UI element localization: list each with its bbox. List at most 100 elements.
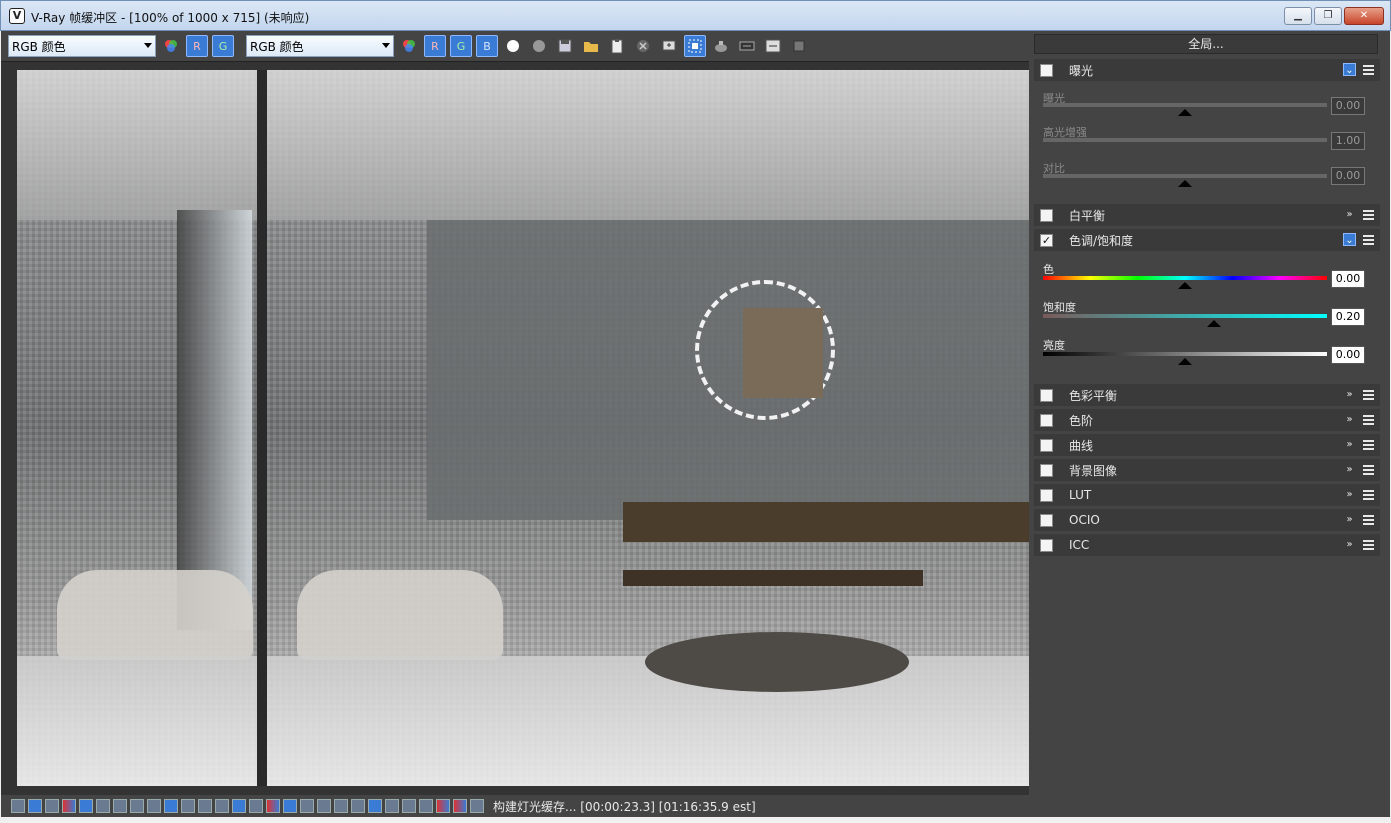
close-compare-icon[interactable]: [470, 799, 484, 813]
hue-value[interactable]: 0.00: [1331, 270, 1365, 288]
menu-icon[interactable]: [1363, 489, 1374, 500]
section-icc[interactable]: ICC »: [1034, 534, 1380, 556]
section-ocio[interactable]: OCIO »: [1034, 509, 1380, 531]
section-levels[interactable]: 色阶 »: [1034, 409, 1380, 431]
channel-select-a[interactable]: RGB 颜色: [8, 35, 156, 57]
close-button[interactable]: ✕: [1344, 7, 1384, 25]
exposure-slider[interactable]: [1043, 103, 1327, 107]
compare-icon[interactable]: [130, 799, 144, 813]
stats-icon[interactable]: [79, 799, 93, 813]
render-icon[interactable]: [198, 799, 212, 813]
hue-saturation-checkbox[interactable]: ✓: [1040, 233, 1053, 247]
history-icon[interactable]: [215, 799, 229, 813]
white-circle-icon[interactable]: [502, 35, 524, 57]
menu-icon[interactable]: [1363, 64, 1374, 75]
folder-open-icon[interactable]: [580, 35, 602, 57]
menu-icon[interactable]: [1363, 234, 1374, 245]
compare-divider[interactable]: [257, 70, 267, 786]
curve-icon[interactable]: [385, 799, 399, 813]
lens-effects-icon[interactable]: [266, 799, 280, 813]
log-icon[interactable]: [300, 799, 314, 813]
saturation-slider-thumb[interactable]: [1207, 320, 1221, 327]
restore-button[interactable]: ❐: [1314, 7, 1342, 25]
clipboard-icon[interactable]: [606, 35, 628, 57]
green-channel-button-b[interactable]: G: [450, 35, 472, 57]
region-render-icon[interactable]: [684, 35, 706, 57]
red-channel-button-b[interactable]: R: [424, 35, 446, 57]
section-hue-saturation[interactable]: ✓ 色调/饱和度 ⌄: [1034, 229, 1380, 251]
color-mode-icon[interactable]: [398, 35, 420, 57]
global-settings-button[interactable]: 全局...: [1034, 34, 1378, 54]
red-channel-button-a[interactable]: R: [186, 35, 208, 57]
info-icon[interactable]: [249, 799, 263, 813]
history-icon[interactable]: [11, 799, 25, 813]
swap-icon[interactable]: [453, 799, 467, 813]
expand-chevron-icon[interactable]: »: [1343, 513, 1356, 526]
section-curves[interactable]: 曲线 »: [1034, 434, 1380, 456]
stats-icon[interactable]: [283, 799, 297, 813]
log-icon[interactable]: [96, 799, 110, 813]
menu-icon[interactable]: [1363, 514, 1374, 525]
expand-chevron-icon[interactable]: »: [1343, 208, 1356, 221]
expand-chevron-icon[interactable]: »: [1343, 538, 1356, 551]
blue-channel-button-b[interactable]: B: [476, 35, 498, 57]
menu-icon[interactable]: [1363, 209, 1374, 220]
green-channel-button-a[interactable]: G: [212, 35, 234, 57]
section-white-balance[interactable]: 白平衡 »: [1034, 204, 1380, 226]
highlight-burn-slider[interactable]: [1043, 138, 1327, 142]
layers-icon[interactable]: [28, 799, 42, 813]
expand-chevron-icon[interactable]: »: [1343, 413, 1356, 426]
layers-icon[interactable]: [232, 799, 246, 813]
ocio-checkbox[interactable]: [1040, 513, 1053, 527]
hue-slider[interactable]: [1043, 276, 1327, 280]
duplicate-to-max-icon[interactable]: [658, 35, 680, 57]
split-v-icon[interactable]: [436, 799, 450, 813]
lightness-slider-thumb[interactable]: [1178, 358, 1192, 365]
contrast-slider-thumb[interactable]: [1178, 180, 1192, 187]
hue-slider-thumb[interactable]: [1178, 282, 1192, 289]
exposure-checkbox[interactable]: [1040, 63, 1053, 77]
histogram-icon[interactable]: [317, 799, 331, 813]
histogram-icon[interactable]: [113, 799, 127, 813]
expand-chevron-icon[interactable]: »: [1343, 488, 1356, 501]
region-icon[interactable]: [368, 799, 382, 813]
render-icon[interactable]: [402, 799, 416, 813]
settings-icon[interactable]: [147, 799, 161, 813]
contrast-slider[interactable]: [1043, 174, 1327, 178]
expand-chevron-icon[interactable]: »: [1343, 388, 1356, 401]
saturation-value[interactable]: 0.20: [1331, 308, 1365, 326]
exposure-value[interactable]: 0.00: [1331, 97, 1365, 115]
color-mode-icon[interactable]: [160, 35, 182, 57]
expand-chevron-icon[interactable]: »: [1343, 463, 1356, 476]
icc-checkbox[interactable]: [1040, 538, 1053, 552]
menu-icon[interactable]: [1363, 439, 1374, 450]
section-exposure[interactable]: 曝光 ⌄: [1034, 59, 1380, 81]
collapse-chevron-icon[interactable]: ⌄: [1343, 233, 1356, 246]
levels-checkbox[interactable]: [1040, 413, 1053, 427]
track-mouse-icon[interactable]: [736, 35, 758, 57]
exposure-slider-thumb[interactable]: [1178, 109, 1192, 116]
menu-icon[interactable]: [1363, 414, 1374, 425]
info-icon[interactable]: [45, 799, 59, 813]
highlight-burn-value[interactable]: 1.00: [1331, 132, 1365, 150]
zoom-50-icon[interactable]: [762, 35, 784, 57]
compare-icon[interactable]: [334, 799, 348, 813]
expand-chevron-icon[interactable]: »: [1343, 438, 1356, 451]
lightness-slider[interactable]: [1043, 352, 1327, 356]
background-image-checkbox[interactable]: [1040, 463, 1053, 477]
lens-effects-icon[interactable]: [62, 799, 76, 813]
white-balance-checkbox[interactable]: [1040, 208, 1053, 222]
section-color-balance[interactable]: 色彩平衡 »: [1034, 384, 1380, 406]
color-balance-checkbox[interactable]: [1040, 388, 1053, 402]
contrast-value[interactable]: 0.00: [1331, 167, 1365, 185]
lut-checkbox[interactable]: [1040, 488, 1053, 502]
render-teapot-icon[interactable]: [710, 35, 732, 57]
render-viewport[interactable]: [1, 61, 1029, 795]
menu-icon[interactable]: [1363, 464, 1374, 475]
save-icon[interactable]: [554, 35, 576, 57]
collapse-chevron-icon[interactable]: ⌄: [1343, 63, 1356, 76]
gray-sphere-icon[interactable]: [528, 35, 550, 57]
menu-icon[interactable]: [1363, 539, 1374, 550]
section-lut[interactable]: LUT »: [1034, 484, 1380, 506]
section-background-image[interactable]: 背景图像 »: [1034, 459, 1380, 481]
